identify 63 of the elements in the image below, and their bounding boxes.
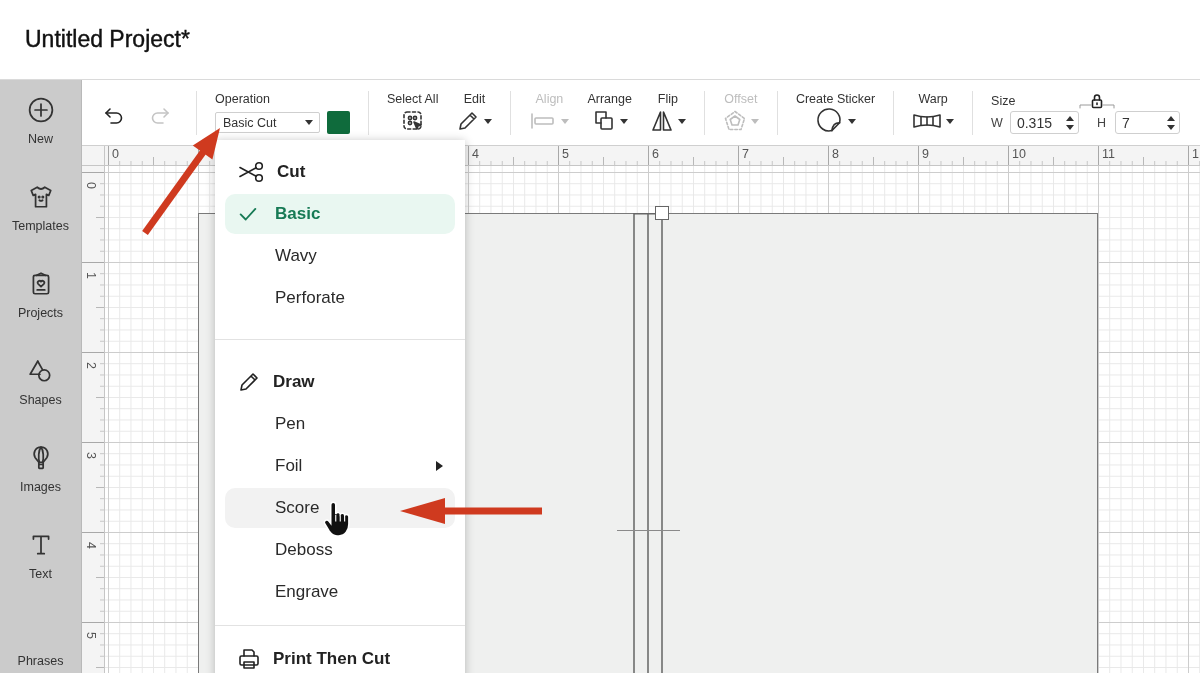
ruler-number: 10: [1012, 147, 1026, 161]
printer-icon: [237, 647, 261, 671]
lock-icon[interactable]: [1079, 92, 1116, 109]
ruler-number: 1: [1192, 147, 1199, 161]
toolbar-button[interactable]: Flip: [649, 80, 686, 145]
menu-section-title: Draw: [273, 372, 315, 392]
menu-item[interactable]: Basic: [225, 194, 455, 234]
menu-item[interactable]: Foil: [225, 446, 455, 486]
height-field[interactable]: 7: [1114, 111, 1180, 134]
sidebar-item[interactable]: New: [0, 80, 81, 167]
width-label: W: [991, 115, 1003, 130]
ruler-number: 4: [472, 147, 479, 161]
ruler-number: 4: [84, 542, 97, 549]
toolbar-button[interactable]: Select All: [387, 80, 439, 145]
toolbar-button[interactable]: Warp: [912, 80, 955, 145]
menu-item[interactable]: Perforate: [225, 278, 455, 318]
mirrored-triangles-icon: [649, 109, 674, 133]
plus-circle-icon: [27, 97, 54, 123]
sidebar-item[interactable]: Projects: [0, 254, 81, 341]
ruler-number: 0: [84, 182, 97, 189]
menu-section-title: Print Then Cut: [273, 649, 391, 669]
dashed-pentagon-icon: [722, 109, 747, 133]
ruler-number: 7: [742, 147, 749, 161]
sidebar-item[interactable]: Shapes: [0, 341, 81, 428]
menu-item[interactable]: Pen: [225, 404, 455, 444]
menu-item[interactable]: Wavy: [225, 236, 455, 276]
ruler-number: 2: [84, 362, 97, 369]
hand-cursor-icon: [322, 500, 352, 538]
size-label: Size: [991, 93, 1016, 108]
sidebar-item[interactable]: Templates: [0, 167, 81, 254]
sidebar-item[interactable]: Images: [0, 428, 81, 515]
ruler-number: 5: [562, 147, 569, 161]
project-title: Untitled Project*: [25, 26, 190, 53]
operation-dropdown[interactable]: Basic Cut: [215, 112, 320, 133]
menu-item[interactable]: Engrave: [225, 572, 455, 612]
t-shirt-icon: [27, 184, 54, 210]
toolbar-button[interactable]: Arrange: [587, 80, 632, 145]
ruler-number: 3: [84, 452, 97, 459]
width-field[interactable]: 0.315: [1009, 111, 1079, 134]
ruler-number: 9: [922, 147, 929, 161]
ruler-number: 5: [84, 632, 97, 639]
selected-shape[interactable]: [633, 213, 663, 673]
scissors-icon: [237, 160, 265, 184]
toolbar-button[interactable]: Create Sticker: [795, 80, 876, 145]
ruler-number: 11: [1102, 147, 1115, 161]
menu-item[interactable]: Deboss: [225, 530, 455, 570]
toolbar-button[interactable]: Edit: [456, 80, 493, 145]
menu-section-title: Cut: [277, 162, 306, 182]
ruler-number: 8: [832, 147, 839, 161]
height-label: H: [1096, 115, 1106, 130]
caret-icon: [305, 120, 313, 125]
ruler-number: 1: [84, 272, 97, 279]
color-swatch[interactable]: [327, 111, 350, 134]
pencil-icon: [237, 370, 261, 394]
operation-label: Operation: [215, 92, 271, 106]
ruler-number: 0: [112, 147, 119, 161]
dashed-square-icon: [400, 109, 425, 133]
ruler-number: 6: [652, 147, 659, 161]
selection-handle[interactable]: [655, 206, 669, 220]
sidebar-item[interactable]: Phrases: [0, 602, 81, 673]
sticker-icon: [815, 107, 844, 135]
guide-line: [617, 530, 680, 531]
sidebar-item[interactable]: Text: [0, 515, 81, 602]
